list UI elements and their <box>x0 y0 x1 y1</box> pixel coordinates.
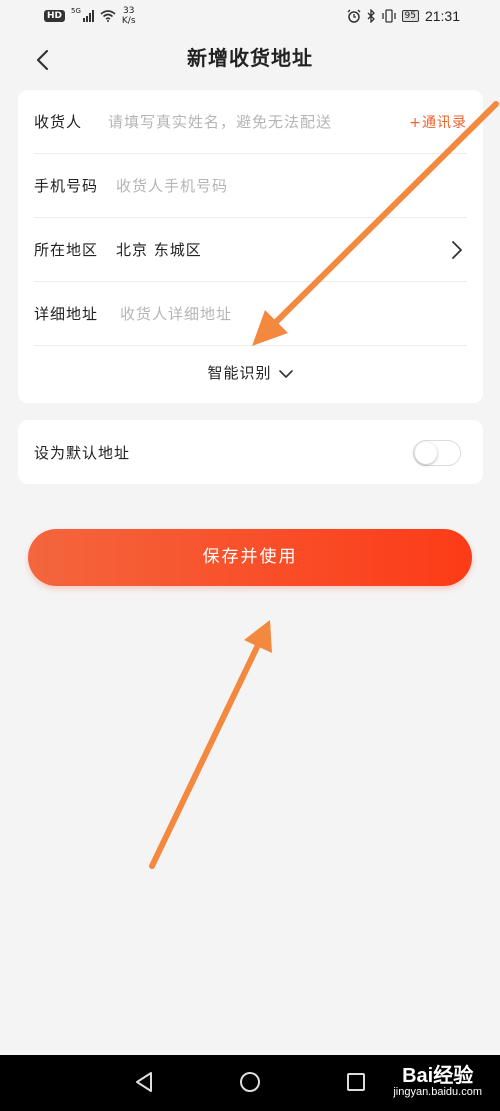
default-address-label: 设为默认地址 <box>34 444 131 462</box>
watermark-site: jingyan.baidu.com <box>393 1086 482 1098</box>
network-speed: 33 K/s <box>122 6 136 26</box>
nav-home-icon[interactable] <box>239 1071 261 1093</box>
signal-icon <box>82 10 94 22</box>
detail-input[interactable]: 收货人详细地址 <box>120 303 232 324</box>
chevron-right-icon <box>452 241 462 259</box>
smart-recognition-button[interactable]: 智能识别 <box>18 362 483 383</box>
smart-recognition-label: 智能识别 <box>207 364 272 382</box>
phone-row[interactable]: 手机号码 收货人手机号码 <box>34 154 467 218</box>
hd-badge: HD <box>44 10 66 22</box>
header: 新增收货地址 <box>0 36 500 86</box>
battery-icon: 95 <box>401 10 419 22</box>
status-left: HD 5G 33 K/s <box>44 6 136 26</box>
default-address-card: 设为默认地址 <box>18 420 483 484</box>
address-form: 收货人 请填写真实姓名，避免无法配送 +通讯录 手机号码 收货人手机号码 所在地… <box>18 90 483 403</box>
speed-value: 33 <box>122 6 135 16</box>
nav-back-icon[interactable] <box>133 1071 155 1093</box>
wifi-icon <box>100 10 116 22</box>
recipient-input[interactable]: 请填写真实姓名，避免无法配送 <box>108 111 332 132</box>
recipient-label: 收货人 <box>34 113 83 131</box>
region-value: 北京 东城区 <box>116 241 202 259</box>
detail-row[interactable]: 详细地址 收货人详细地址 <box>34 282 467 346</box>
alarm-icon <box>347 9 360 23</box>
bluetooth-icon <box>367 9 375 23</box>
recipient-row[interactable]: 收货人 请填写真实姓名，避免无法配送 +通讯录 <box>34 90 467 154</box>
chevron-down-icon <box>278 369 293 378</box>
contacts-button[interactable]: +通讯录 <box>409 112 467 132</box>
clock: 21:31 <box>424 8 460 24</box>
status-bar: HD 5G 33 K/s 95 21:31 <box>0 0 500 36</box>
page-title: 新增收货地址 <box>187 46 313 70</box>
annotation-arrow-bottom <box>149 620 272 869</box>
save-and-use-button[interactable]: 保存并使用 <box>28 529 472 586</box>
detail-label: 详细地址 <box>34 305 99 323</box>
network-type: 5G <box>71 7 81 15</box>
status-right: 95 21:31 <box>347 8 460 24</box>
region-label: 所在地区 <box>34 241 99 259</box>
nav-recents-icon[interactable] <box>345 1071 367 1093</box>
phone-input[interactable]: 收货人手机号码 <box>116 175 228 196</box>
toggle-knob <box>415 442 437 464</box>
speed-unit: K/s <box>121 16 136 26</box>
vibrate-icon <box>381 9 396 23</box>
baidu-jingyan-watermark: Bai经验 jingyan.baidu.com <box>393 1059 482 1098</box>
default-address-toggle[interactable] <box>413 440 461 466</box>
region-row[interactable]: 所在地区 北京 东城区 <box>34 218 467 282</box>
watermark-brand: Bai经验 <box>402 1065 474 1087</box>
system-nav-bar: Bai经验 jingyan.baidu.com <box>0 1055 500 1111</box>
phone-label: 手机号码 <box>34 177 99 195</box>
